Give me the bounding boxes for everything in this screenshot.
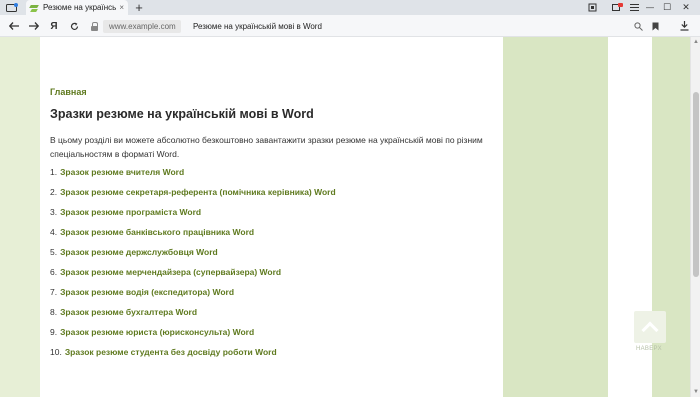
resume-link[interactable]: Зразок резюме мерчендайзера (супервайзер… [60, 267, 281, 277]
tab-active[interactable]: Резюме на українській × [26, 0, 128, 15]
forward-arrow-icon[interactable] [26, 18, 42, 34]
list-item: 7. Зразок резюме водія (експедитора) Word [50, 286, 336, 306]
resume-link[interactable]: Зразок резюме бухгалтера Word [60, 307, 197, 317]
browser-toolbar: Я www.example.com Резюме на українській … [0, 15, 700, 37]
list-item-number: 8. [50, 307, 58, 317]
reload-icon[interactable] [66, 18, 82, 34]
list-item-number: 3. [50, 207, 58, 217]
scroll-up-icon[interactable]: ▲ [693, 39, 699, 45]
resume-list: 1. Зразок резюме вчителя Word 2. Зразок ре… [50, 166, 336, 366]
main-content: Главная Зразки резюме на українській мов… [40, 37, 503, 397]
resume-link[interactable]: Зразок резюме секретаря-референта (поміч… [60, 187, 336, 197]
bookmarks-icon[interactable] [586, 0, 598, 15]
resume-link[interactable]: Зразок резюме юриста (юрисконсульта) Wor… [60, 327, 254, 337]
list-item: 10. Зразок резюме студента без досвіду ро… [50, 346, 336, 366]
scroll-to-top-label[interactable]: НАВЕРХ [636, 346, 662, 352]
tabs-menu-icon[interactable] [4, 0, 20, 15]
list-item: 9. Зразок резюме юриста (юрисконсульта) W… [50, 326, 336, 346]
resume-link[interactable]: Зразок резюме студента без досвіду робот… [65, 347, 277, 357]
list-item: 4. Зразок резюме банківського працівника … [50, 226, 336, 246]
new-tab-button[interactable]: + [132, 0, 146, 15]
list-item: 5. Зразок резюме держслужбовця Word [50, 246, 336, 266]
bookmark-icon[interactable] [652, 18, 659, 34]
list-item-number: 9. [50, 327, 58, 337]
downloads-icon[interactable] [680, 18, 689, 34]
list-item-number: 2. [50, 187, 58, 197]
yandex-logo-icon[interactable]: Я [46, 18, 62, 34]
list-item: 1. Зразок резюме вчителя Word [50, 166, 336, 186]
tab-bar: Резюме на українській × + — ☐ ✕ [0, 0, 700, 15]
address-domain: www.example.com [103, 19, 181, 33]
scrollbar-thumb[interactable] [693, 92, 699, 277]
address-bar[interactable]: www.example.com Резюме на українській мо… [90, 18, 670, 34]
right-sidebar [503, 37, 608, 397]
scroll-down-icon[interactable]: ▼ [693, 389, 699, 395]
list-item: 6. Зразок резюме мерчендайзера (супервайз… [50, 266, 336, 286]
browser-menu-icon[interactable] [628, 0, 640, 15]
intro-paragraph: В цьому розділі ви можете абсолютно безк… [50, 135, 483, 159]
notifications-icon[interactable] [610, 0, 624, 15]
list-item-number: 5. [50, 247, 58, 257]
chevron-up-icon [641, 321, 659, 339]
address-page-title: Резюме на українській мові в Word [193, 21, 322, 31]
list-item-number: 6. [50, 267, 58, 277]
right-background [652, 37, 690, 397]
resume-link[interactable]: Зразок резюме держслужбовця Word [60, 247, 218, 257]
resume-link[interactable]: Зразок резюме вчителя Word [60, 167, 184, 177]
site-favicon-icon [30, 4, 38, 12]
resume-link[interactable]: Зразок резюме програміста Word [60, 207, 201, 217]
list-item: 8. Зразок резюме бухгалтера Word [50, 306, 336, 326]
list-item-number: 7. [50, 287, 58, 297]
close-window-button[interactable]: ✕ [678, 0, 694, 15]
reader-mode-icon[interactable] [634, 18, 643, 34]
scroll-to-top-button[interactable] [634, 311, 666, 343]
list-item-number: 1. [50, 167, 58, 177]
maximize-button[interactable]: ☐ [659, 0, 675, 15]
tab-close-icon[interactable]: × [119, 3, 124, 12]
left-background [0, 37, 40, 397]
right-gap [608, 37, 652, 397]
web-page: Главная Зразки резюме на українській мов… [0, 37, 700, 397]
minimize-button[interactable]: — [642, 0, 658, 15]
resume-link[interactable]: Зразок резюме банківського працівника Wo… [60, 227, 254, 237]
back-arrow-icon[interactable] [6, 18, 22, 34]
page-heading: Зразки резюме на українській мові в Word [50, 107, 314, 121]
list-item-number: 4. [50, 227, 58, 237]
list-item-number: 10. [50, 347, 62, 357]
breadcrumb-home-link[interactable]: Главная [50, 87, 87, 97]
page-scrollbar[interactable]: ▲ ▼ [690, 37, 700, 397]
list-item: 3. Зразок резюме програміста Word [50, 206, 336, 226]
lock-icon [90, 21, 99, 31]
list-item: 2. Зразок резюме секретаря-референта (пом… [50, 186, 336, 206]
resume-link[interactable]: Зразок резюме водія (експедитора) Word [60, 287, 234, 297]
tab-title: Резюме на українській [43, 3, 117, 12]
